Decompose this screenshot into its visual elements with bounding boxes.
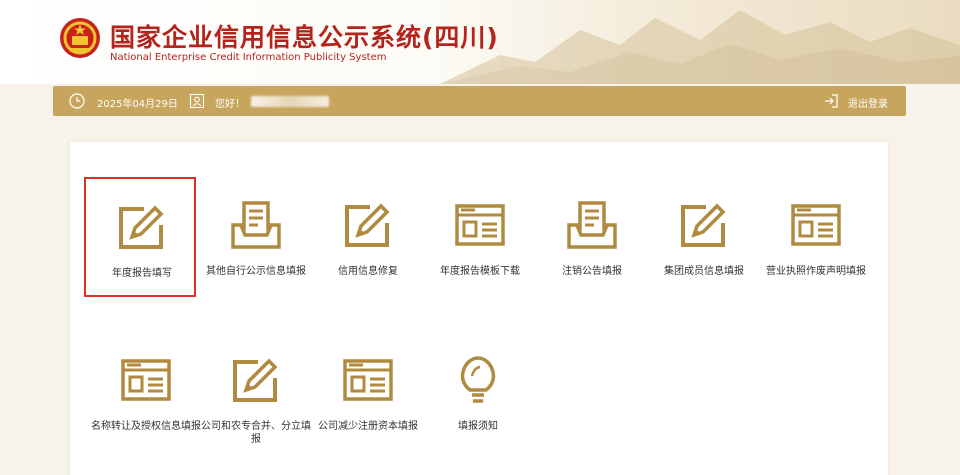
logout-icon[interactable] — [823, 93, 839, 109]
tile-group-members[interactable]: 集团成员信息填报 — [648, 177, 760, 297]
logout-link[interactable]: 退出登录 — [848, 95, 888, 110]
edit-icon — [119, 205, 164, 249]
tile-annual-report[interactable]: 年度报告填写 — [84, 177, 196, 297]
site-header: 国家企业信用信息公示系统(四川) National Enterprise Cre… — [0, 0, 960, 84]
site-title: 国家企业信用信息公示系统(四川) — [110, 23, 499, 52]
tile-label: 公司减少注册资本填报 — [318, 421, 418, 432]
document-window-icon — [791, 204, 841, 246]
tile-label: 公司和农专合并、分立填报 — [201, 421, 311, 445]
tray-icon — [567, 201, 617, 249]
tile-license-void-statement[interactable]: 营业执照作废声明填报 — [760, 177, 872, 297]
tile-label: 其他自行公示信息填报 — [206, 266, 306, 277]
function-panel: 年度报告填写 其他自行公示信息填报 信用信息修复 年度报告模板下载 注销公告填报… — [70, 142, 888, 475]
tile-other-disclosure[interactable]: 其他自行公示信息填报 — [200, 177, 312, 297]
tile-filing-instructions[interactable]: 填报须知 — [422, 332, 534, 452]
current-date: 2025年04月29日 — [97, 99, 178, 110]
tile-label: 填报须知 — [458, 421, 498, 432]
edit-icon — [345, 203, 390, 247]
clock-icon — [69, 93, 85, 109]
tile-label: 信用信息修复 — [338, 266, 398, 277]
document-window-icon — [343, 359, 393, 401]
tile-capital-reduction[interactable]: 公司减少注册资本填报 — [312, 332, 424, 452]
tile-label: 注销公告填报 — [562, 266, 622, 277]
tile-name-transfer[interactable]: 名称转让及授权信息填报 — [90, 332, 202, 452]
tile-deregistration-notice[interactable]: 注销公告填报 — [536, 177, 648, 297]
document-window-icon — [121, 359, 171, 401]
tile-template-download[interactable]: 年度报告模板下载 — [424, 177, 536, 297]
edit-icon — [233, 358, 278, 402]
redacted-username — [251, 96, 329, 107]
tile-label: 年度报告填写 — [112, 268, 172, 279]
tile-merger-split[interactable]: 公司和农专合并、分立填报 — [200, 332, 312, 452]
tile-credit-repair[interactable]: 信用信息修复 — [312, 177, 424, 297]
tile-label: 年度报告模板下载 — [440, 266, 520, 277]
tray-icon — [231, 201, 281, 249]
document-window-icon — [455, 204, 505, 246]
top-bar: 2025年04月29日 您好！ 退出登录 — [53, 86, 906, 116]
tile-label: 集团成员信息填报 — [664, 266, 744, 277]
tile-label: 名称转让及授权信息填报 — [91, 421, 201, 432]
edit-icon — [681, 203, 726, 247]
site-subtitle: National Enterprise Credit Information P… — [110, 52, 387, 63]
lightbulb-icon — [460, 356, 496, 403]
user-icon — [189, 93, 205, 109]
tile-label: 营业执照作废声明填报 — [766, 266, 866, 277]
national-emblem-icon — [60, 18, 100, 58]
mountain-background-image — [440, 10, 960, 84]
greeting-text: 您好！ — [215, 99, 245, 110]
